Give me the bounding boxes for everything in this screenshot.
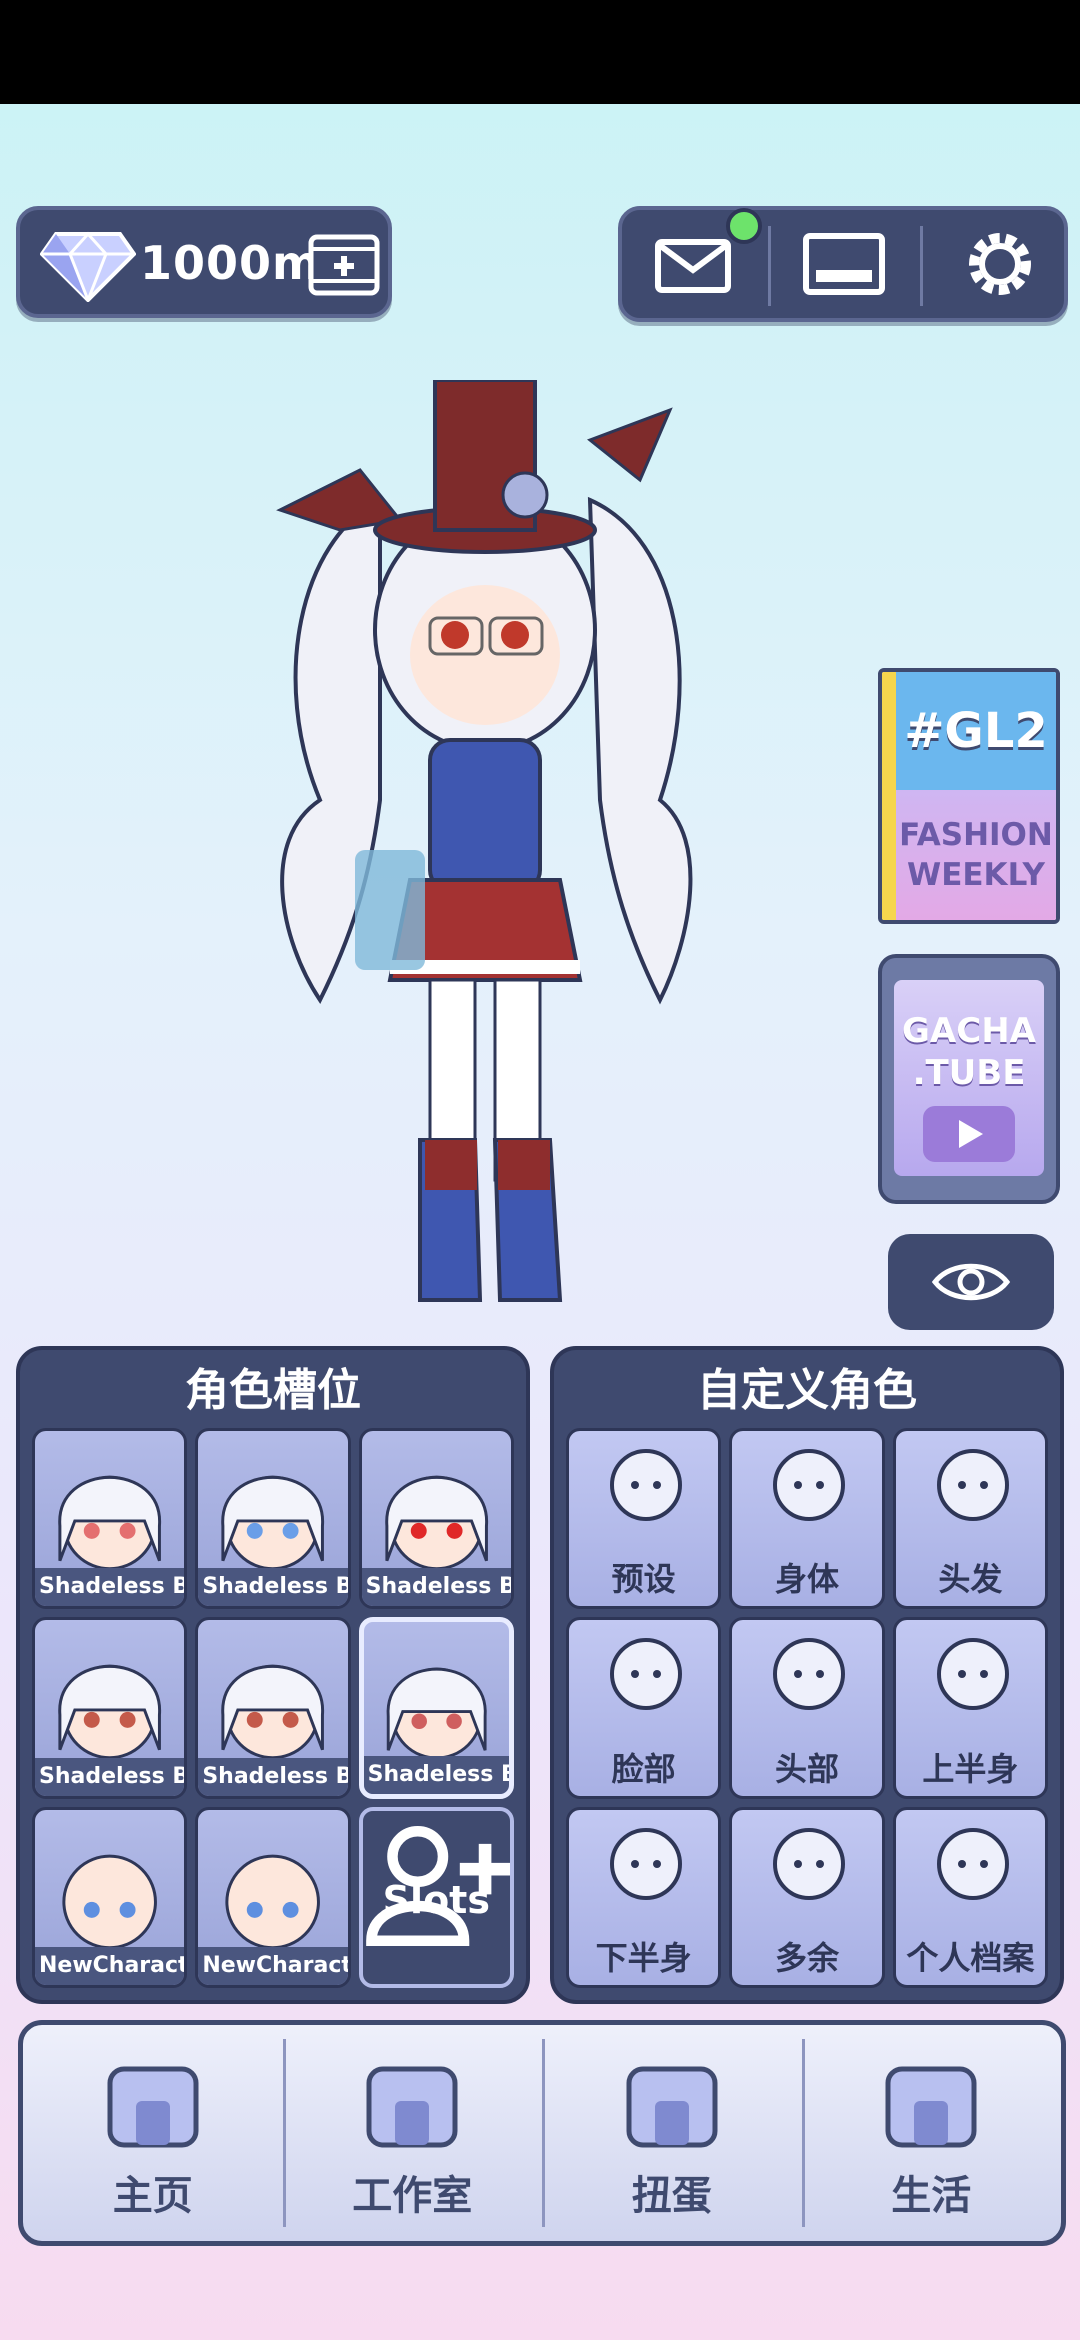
customize-title: 自定义角色: [697, 1365, 917, 1416]
notification-dot: [726, 208, 762, 244]
gacha-tube-title: GACHA .TUBE: [902, 1011, 1036, 1093]
nav-label: 生活: [891, 2173, 972, 2219]
gacha-icon: [626, 2066, 718, 2148]
category-label: 身体: [774, 1560, 839, 1599]
category-label: 下半身: [595, 1938, 692, 1977]
home-icon: [107, 2066, 199, 2148]
character-slot[interactable]: NewCharacter: [195, 1806, 351, 1988]
eye-toggle-button[interactable]: [888, 1234, 1054, 1330]
currency-display[interactable]: 1000m: [16, 206, 392, 318]
nav-item[interactable]: 主页: [23, 2025, 283, 2241]
nav-label: 主页: [112, 2173, 193, 2219]
profile-icon: [936, 1827, 1009, 1900]
nav-item[interactable]: 工作室: [282, 2025, 543, 2241]
character-slot[interactable]: Shadeless Bas: [358, 1428, 514, 1610]
character-slot[interactable]: Shadeless Bas: [195, 1428, 351, 1610]
customize-grid: 预设 身体 头发 脸部 头部 上半身 下半身 多余 个人档案: [566, 1428, 1048, 1988]
fashion-weekly-banner[interactable]: #GL2 FASHION WEEKLY: [878, 668, 1060, 924]
character-slot[interactable]: Shadeless Bas: [32, 1617, 188, 1799]
play-icon: [923, 1106, 1015, 1162]
character-illustration[interactable]: [260, 380, 720, 1320]
category-label: 上半身: [922, 1749, 1019, 1788]
slot-name: Shadeless Bas: [35, 1757, 185, 1796]
lower-body-icon: [610, 1827, 682, 1900]
diamond-icon: [40, 231, 136, 302]
character-portrait: [225, 1854, 321, 1949]
character-portrait: [386, 1667, 487, 1760]
nav-item[interactable]: 扭蛋: [542, 2025, 802, 2241]
book-spine: [882, 672, 896, 920]
upper-body-icon: [936, 1638, 1009, 1711]
customize-category[interactable]: 预设: [566, 1428, 722, 1610]
head-accessory-icon: [773, 1638, 846, 1711]
character-slot[interactable]: Shadeless Bas: [358, 1617, 514, 1799]
face-icon: [610, 1638, 682, 1711]
slots-title: 角色槽位: [185, 1365, 361, 1416]
customize-category[interactable]: 个人档案: [892, 1806, 1048, 1988]
slot-name: NewCharacter: [35, 1946, 185, 1985]
category-label: 多余: [774, 1938, 839, 1977]
gacha-tube-button[interactable]: GACHA .TUBE: [878, 954, 1060, 1204]
divider: [920, 226, 923, 306]
category-label: 脸部: [611, 1749, 676, 1788]
add-slots-button[interactable]: Slots: [358, 1806, 514, 1988]
hair-icon: [936, 1449, 1009, 1521]
character-slot[interactable]: Shadeless Bas: [195, 1617, 351, 1799]
settings-icon[interactable]: [958, 228, 1042, 300]
category-label: 预设: [611, 1560, 676, 1599]
character-portrait: [58, 1664, 161, 1760]
gallery-icon[interactable]: [802, 228, 886, 300]
category-label: 头部: [774, 1749, 839, 1788]
bottom-navigation: 主页 工作室 扭蛋 生活: [18, 2020, 1066, 2246]
gl2-title: #GL2: [904, 703, 1048, 759]
character-portrait: [221, 1475, 325, 1571]
status-bar: [0, 0, 1080, 104]
add-user-icon: [365, 1825, 510, 1946]
customize-category[interactable]: 头部: [729, 1617, 885, 1799]
gl2-subtitle-2: WEEKLY: [907, 857, 1045, 893]
preset-icon: [610, 1449, 682, 1521]
slot-name: Shadeless Bas: [361, 1568, 511, 1607]
character-portrait: [221, 1664, 325, 1760]
customize-category[interactable]: 多余: [729, 1806, 885, 1988]
gl2-subtitle-1: FASHION: [899, 817, 1053, 853]
nav-label: 扭蛋: [631, 2173, 712, 2219]
character-slots-panel: 角色槽位 Shadeless Bas Shadeless Bas Shadele…: [16, 1346, 530, 2004]
studio-icon: [366, 2066, 458, 2148]
customize-category[interactable]: 头发: [892, 1428, 1048, 1610]
mail-icon[interactable]: [652, 228, 736, 300]
slot-name: Shadeless Bas: [35, 1568, 185, 1607]
character-portrait: [62, 1854, 157, 1949]
customize-character-panel: 自定义角色 预设 身体 头发 脸部 头部 上半身 下半身 多余 个人档案: [550, 1346, 1064, 2004]
slot-name: Shadeless Bas: [198, 1568, 348, 1607]
slot-name: NewCharacter: [198, 1946, 348, 1985]
customize-category[interactable]: 身体: [729, 1428, 885, 1610]
character-slot[interactable]: Shadeless Bas: [32, 1428, 188, 1610]
customize-category[interactable]: 上半身: [892, 1617, 1048, 1799]
customize-category[interactable]: 下半身: [566, 1806, 722, 1988]
extra-icon: [773, 1827, 846, 1900]
category-label: 个人档案: [906, 1938, 1035, 1977]
slot-name: Shadeless Bas: [363, 1755, 509, 1794]
top-icon-bar: [618, 206, 1068, 322]
divider: [768, 226, 771, 306]
video-add-icon[interactable]: [308, 234, 380, 296]
slots-grid: Shadeless Bas Shadeless Bas Shadeless Ba…: [32, 1428, 514, 1988]
slot-name: Shadeless Bas: [198, 1757, 348, 1796]
currency-value: 1000m: [140, 236, 321, 290]
body-icon: [773, 1449, 846, 1521]
character-slot[interactable]: NewCharacter: [32, 1806, 188, 1988]
character-portrait: [58, 1475, 161, 1571]
nav-label: 工作室: [352, 2173, 473, 2219]
category-label: 头发: [938, 1560, 1003, 1599]
nav-item[interactable]: 生活: [801, 2025, 1062, 2241]
character-portrait: [385, 1475, 488, 1571]
eye-icon: [931, 1263, 1011, 1301]
life-icon: [885, 2066, 977, 2148]
customize-category[interactable]: 脸部: [566, 1617, 722, 1799]
